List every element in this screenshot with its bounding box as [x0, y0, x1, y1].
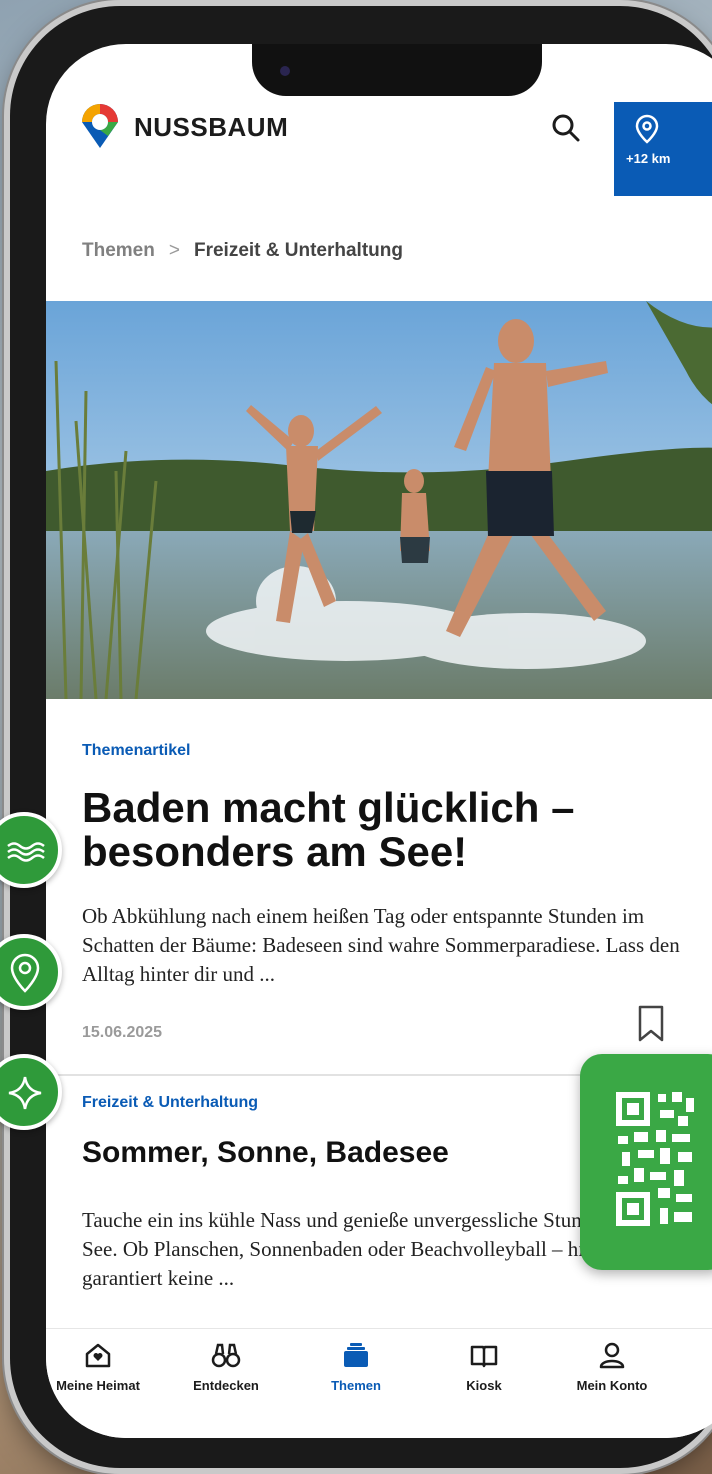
pin-logo-icon [82, 104, 118, 148]
binoculars-icon [211, 1343, 241, 1368]
sparkle-icon [8, 1076, 42, 1110]
location-pin-icon [635, 114, 659, 144]
breadcrumb: Themen > Freizeit & Unterhaltung [82, 240, 403, 262]
nav-label: Mein Konto [576, 1378, 648, 1393]
user-icon [599, 1342, 625, 1369]
bottom-navigation: Meine Heimat Entdecken Themen Kiosk Mein… [46, 1328, 712, 1438]
article-title[interactable]: Baden macht glücklich – besonders am See… [82, 786, 682, 874]
book-icon [470, 1345, 498, 1368]
qr-code-card[interactable] [580, 1054, 712, 1270]
article-category[interactable]: Themenartikel [82, 742, 190, 760]
nav-item-mein-konto[interactable]: Mein Konto [552, 1341, 672, 1395]
nav-item-meine-heimat[interactable]: Meine Heimat [46, 1341, 158, 1395]
nav-item-themen[interactable]: Themen [296, 1341, 416, 1395]
article-teaser: Ob Abkühlung nach einem heißen Tag oder … [82, 904, 680, 986]
location-radius-button[interactable]: +12 km [614, 102, 712, 196]
hero-image-lake-swimmers[interactable] [46, 301, 712, 699]
article-category[interactable]: Freizeit & Unterhaltung [82, 1094, 258, 1112]
nav-label: Entdecken [193, 1378, 259, 1393]
nav-label: Kiosk [466, 1378, 502, 1393]
brand-name[interactable]: NUSSBAUM [134, 112, 288, 143]
waves-icon [7, 842, 45, 862]
article-title[interactable]: Sommer, Sonne, Badesee [82, 1136, 449, 1170]
article-date: 15.06.2025 [82, 1024, 163, 1041]
home-heart-icon [85, 1343, 111, 1368]
nav-label: Themen [331, 1378, 381, 1393]
nav-item-kiosk[interactable]: Kiosk [424, 1341, 544, 1395]
notch [252, 44, 542, 96]
nav-item-entdecken[interactable]: Entdecken [166, 1341, 286, 1395]
breadcrumb-current: Freizeit & Unterhaltung [193, 240, 403, 261]
bookmark-icon[interactable] [636, 1004, 666, 1044]
map-pin-icon [10, 953, 40, 993]
stack-icon [344, 1343, 368, 1367]
breadcrumb-separator: > [168, 240, 180, 261]
qr-code-icon [616, 1092, 694, 1226]
location-radius-label: +12 km [626, 151, 671, 166]
nav-label: Meine Heimat [56, 1378, 140, 1393]
breadcrumb-parent[interactable]: Themen [82, 240, 155, 261]
search-icon[interactable] [548, 110, 584, 146]
